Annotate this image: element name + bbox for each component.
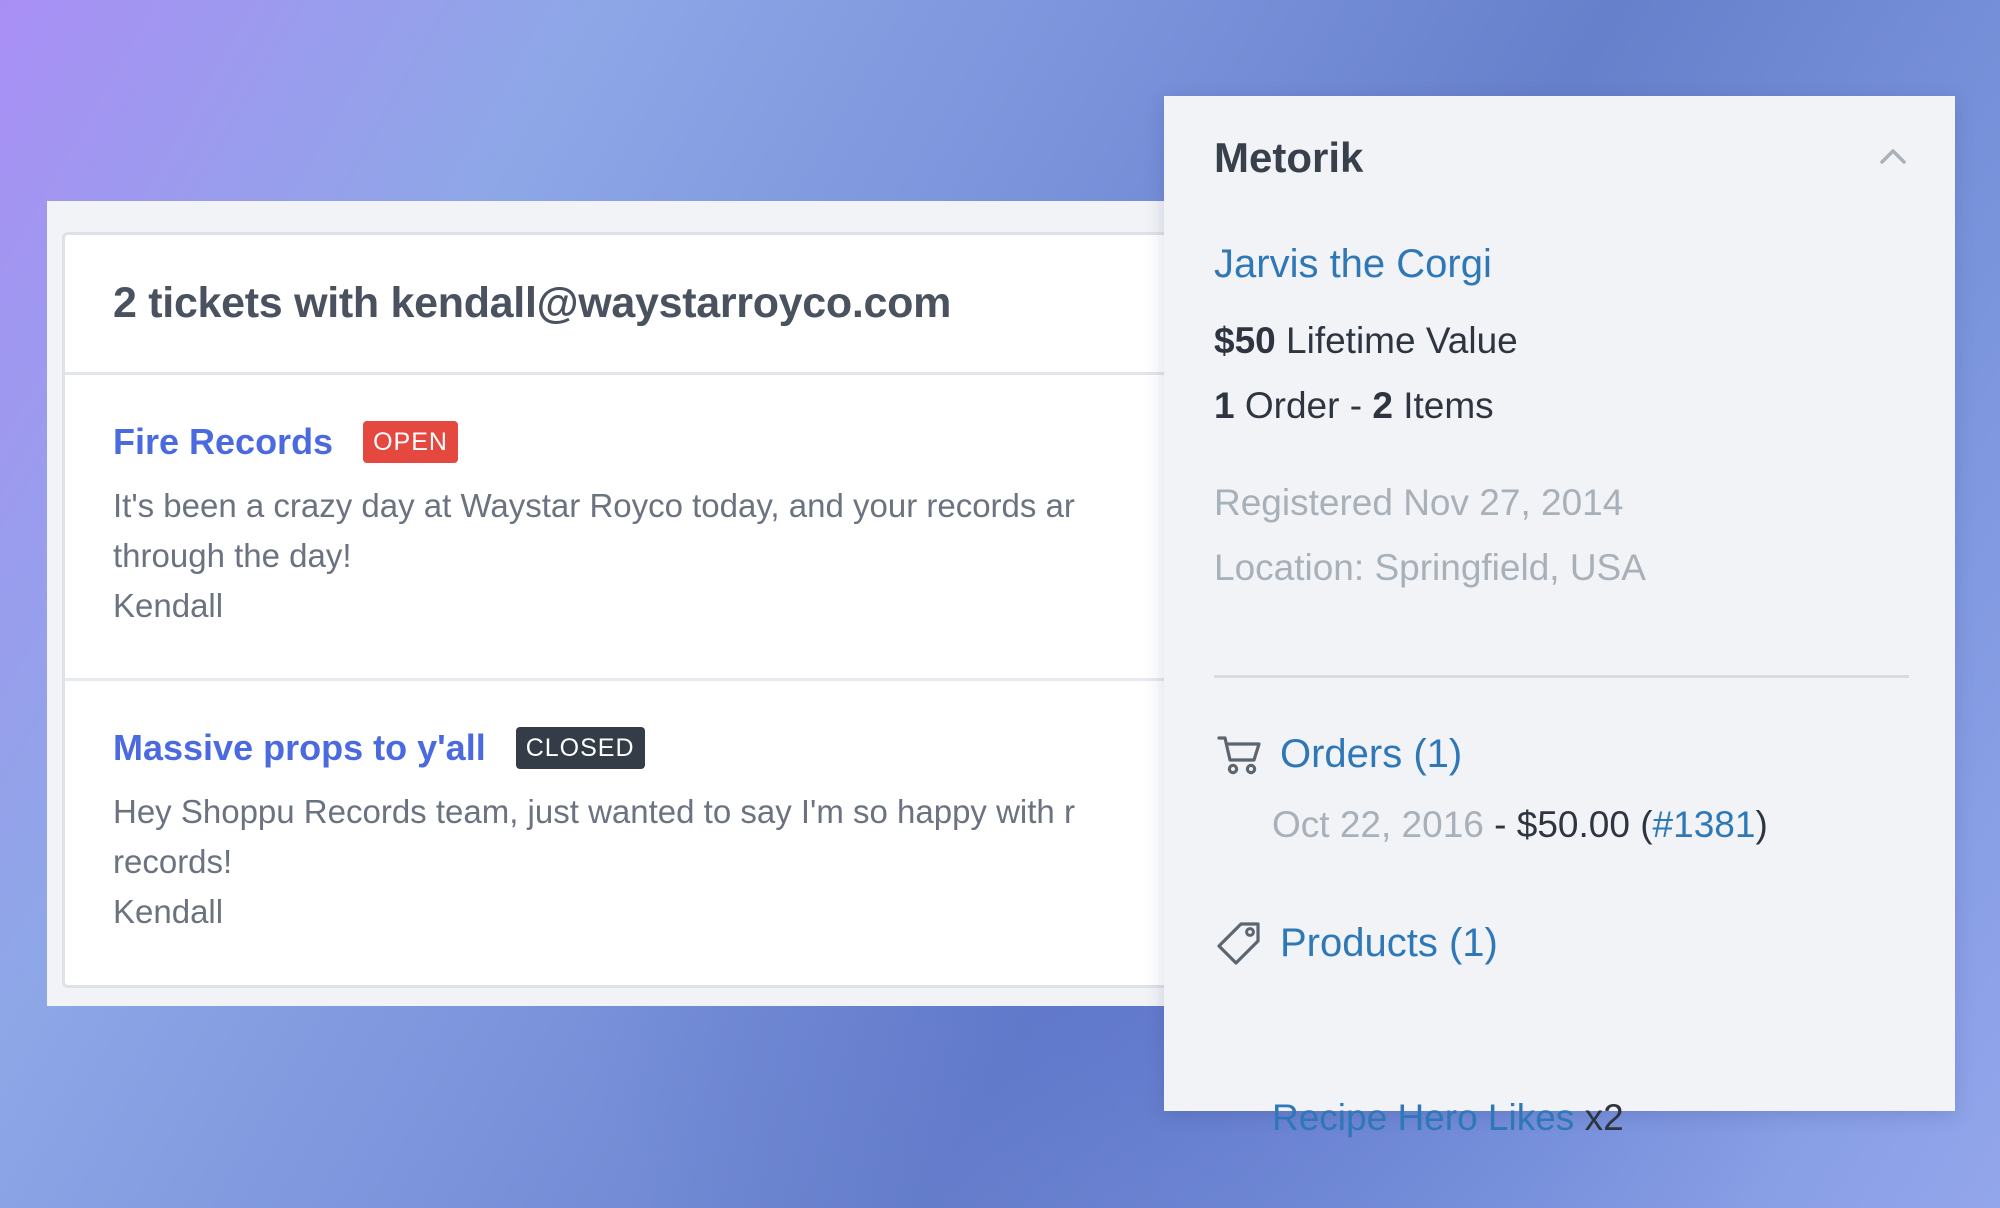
orders-heading[interactable]: Orders (1) xyxy=(1214,729,1462,779)
cart-icon xyxy=(1217,736,1261,775)
tickets-header-title: 2 tickets with kendall@waystarroyco.com xyxy=(113,279,951,328)
divider xyxy=(1214,675,1909,678)
ticket-item[interactable]: Massive props to y'all CLOSED Hey Shoppu… xyxy=(65,681,1167,985)
order-row: Oct 22, 2016 - $50.00 (#1381) xyxy=(1272,804,1768,845)
ticket-title-row: Fire Records OPEN xyxy=(113,417,1167,467)
order-count: 1 xyxy=(1214,385,1235,426)
tickets-panel: 2 tickets with kendall@waystarroyco.com … xyxy=(47,201,1167,1006)
products-heading[interactable]: Products (1) xyxy=(1214,918,1498,968)
products-heading-label[interactable]: Products (1) xyxy=(1280,921,1498,966)
ticket-title-row: Massive props to y'all CLOSED xyxy=(113,723,1167,773)
customer-name-link[interactable]: Jarvis the Corgi xyxy=(1214,242,1492,287)
ticket-title-link[interactable]: Fire Records xyxy=(113,421,333,463)
ticket-title-link[interactable]: Massive props to y'all xyxy=(113,727,486,769)
order-amount: $50.00 xyxy=(1516,804,1630,845)
orders-heading-label[interactable]: Orders (1) xyxy=(1280,732,1462,777)
ticket-preview: Hey Shoppu Records team, just wanted to … xyxy=(113,787,1167,937)
ticket-preview-line: records! xyxy=(113,843,233,880)
lifetime-value-amount: $50 xyxy=(1214,320,1276,361)
customer-location: Location: Springfield, USA xyxy=(1214,547,1646,588)
item-label: Items xyxy=(1403,385,1494,426)
ticket-preview-line: Hey Shoppu Records team, just wanted to … xyxy=(113,793,1075,830)
status-badge-open: OPEN xyxy=(363,421,458,463)
lifetime-value: $50 Lifetime Value xyxy=(1214,320,1518,362)
ticket-signature: Kendall xyxy=(113,587,224,624)
tickets-card: 2 tickets with kendall@waystarroyco.com … xyxy=(62,232,1167,988)
ticket-preview-line: through the day! xyxy=(113,537,352,574)
ticket-count: 2 xyxy=(113,279,137,327)
order-item-summary: 1 Order - 2 Items xyxy=(1214,385,1494,427)
item-count: 2 xyxy=(1372,385,1393,426)
metorik-panel: Metorik Jarvis the Corgi $50 Lifetime Va… xyxy=(1164,96,1955,1138)
tickets-header: 2 tickets with kendall@waystarroyco.com xyxy=(65,235,1167,375)
customer-email: kendall@waystarroyco.com xyxy=(390,279,952,327)
product-row: Recipe Hero Likes x2 xyxy=(1272,1097,1624,1139)
ticket-preview-line: It's been a crazy day at Waystar Royco t… xyxy=(113,487,1075,524)
tickets-header-text: tickets with xyxy=(148,279,379,327)
product-quantity: x2 xyxy=(1584,1097,1624,1138)
product-name-link[interactable]: Recipe Hero Likes xyxy=(1272,1097,1574,1138)
order-number-link[interactable]: #1381 xyxy=(1653,804,1756,845)
ticket-item[interactable]: Fire Records OPEN It's been a crazy day … xyxy=(65,375,1167,681)
order-label: Order - xyxy=(1244,385,1363,426)
registered-date: Registered Nov 27, 2014 xyxy=(1214,482,1624,523)
tag-icon xyxy=(1217,922,1260,965)
status-badge-closed: CLOSED xyxy=(515,727,645,769)
chevron-up-icon[interactable] xyxy=(1879,146,1907,166)
lifetime-value-label: Lifetime Value xyxy=(1286,320,1518,361)
order-separator: - xyxy=(1483,804,1517,845)
ticket-preview: It's been a crazy day at Waystar Royco t… xyxy=(113,481,1167,631)
order-date: Oct 22, 2016 xyxy=(1272,804,1484,845)
panel-title: Metorik xyxy=(1214,134,1364,181)
ticket-signature: Kendall xyxy=(113,893,224,930)
